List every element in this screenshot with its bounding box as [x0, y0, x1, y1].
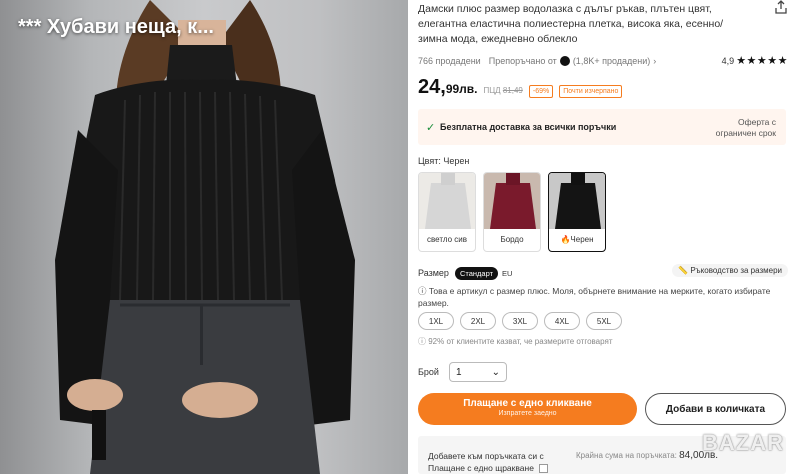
info-icon: ⓘ	[418, 337, 426, 346]
product-info-panel: Дамски плюс размер водолазка с дълъг рък…	[418, 0, 790, 474]
quantity-select[interactable]: 1 ⌄	[448, 362, 507, 382]
product-photo[interactable]: *** Хубави неща, к...	[0, 0, 408, 474]
quantity-row: Брой 1 ⌄	[418, 362, 507, 382]
photo-overlay-title: *** Хубави неща, к...	[18, 16, 214, 38]
hot-icon: 🔥	[560, 235, 571, 244]
discount-badge: -69%	[528, 85, 554, 98]
color-swatches: светло сив Бордо 🔥Черен	[418, 172, 606, 252]
size-option-3xl[interactable]: 3XL	[502, 312, 538, 330]
seller-sales[interactable]: (1,8K+ продадени)	[573, 56, 650, 66]
size-options: 1XL 2XL 3XL 4XL 5XL	[418, 312, 622, 330]
swatch-label: 🔥Черен	[560, 235, 594, 244]
swatch-image	[419, 173, 475, 229]
checkbox-icon[interactable]	[539, 464, 549, 474]
swatch-black[interactable]: 🔥Черен	[548, 172, 606, 252]
ruler-icon: 📏	[678, 266, 689, 275]
plus-size-note: ⓘ Това е артикул с размер плюс. Моля, об…	[418, 285, 778, 309]
chevron-down-icon: ⌄	[491, 366, 500, 378]
add-to-cart-button[interactable]: Добави в количката	[645, 393, 786, 425]
size-option-1xl[interactable]: 1XL	[418, 312, 454, 330]
swatch-burgundy[interactable]: Бордо	[483, 172, 541, 252]
price-main: 24,	[418, 76, 446, 98]
color-label: Цвят: Черен	[418, 156, 470, 166]
size-label: Размер	[418, 268, 449, 278]
buy-button-sublabel: Изпратете заедно	[498, 410, 557, 417]
size-option-5xl[interactable]: 5XL	[586, 312, 622, 330]
star-icons: ★★★★★	[736, 55, 788, 67]
one-click-buy-button[interactable]: Плащане с едно кликване Изпратете заедно	[418, 393, 637, 425]
buy-button-label: Плащане с едно кликване	[463, 398, 592, 409]
order-total-label: Крайна сума на поръчката:	[576, 451, 677, 460]
free-shipping-text: Безплатна доставка за всички поръчки	[440, 122, 617, 132]
swatch-label: светло сив	[427, 235, 467, 244]
plus-size-note-text: Това е артикул с размер плюс. Моля, обър…	[418, 286, 771, 308]
rating[interactable]: 4,9 ★★★★★	[722, 54, 788, 67]
swatch-image	[484, 173, 540, 229]
size-guide-label: Ръководство за размери	[690, 266, 782, 275]
tab-eu[interactable]: EU	[502, 269, 512, 278]
product-title: Дамски плюс размер водолазка с дълъг рък…	[418, 3, 724, 45]
swatch-image	[549, 173, 605, 229]
rating-value: 4,9	[721, 55, 735, 66]
old-price: ПЦД 81,49	[484, 86, 523, 95]
add-to-order-text: Добавете към поръчката си с Плащане с ед…	[428, 450, 549, 474]
check-icon: ✓	[426, 122, 436, 134]
old-price-label: ПЦД	[483, 86, 501, 95]
price-cents: 99лв.	[445, 82, 478, 96]
quantity-value: 1	[455, 366, 462, 378]
fit-note-text: 92% от клиентите казват, че размерите от…	[428, 337, 613, 346]
old-price-value: 81,49	[502, 86, 523, 95]
info-icon: ⓘ	[418, 286, 427, 296]
price-row: 24, 99лв. ПЦД 81,49 -69% Почти изчерпано	[418, 76, 623, 100]
sold-count: 766 продадени	[418, 56, 481, 66]
swatch-light-gray[interactable]: светло сив	[418, 172, 476, 252]
order-total: Крайна сума на поръчката: 84,00лв.	[576, 450, 718, 461]
chevron-right-icon[interactable]: ›	[653, 56, 656, 66]
bazar-watermark: BAZAR	[702, 430, 784, 455]
seller-prefix: Препоръчано от	[488, 56, 557, 66]
add-to-order-line2: Плащане с едно щракване	[428, 463, 534, 473]
share-icon[interactable]	[774, 0, 788, 14]
size-option-2xl[interactable]: 2XL	[460, 312, 496, 330]
quantity-label: Брой	[418, 367, 439, 377]
model-image	[55, 0, 355, 474]
add-to-order-line1: Добавете към поръчката си с	[428, 451, 544, 461]
seller-logo-icon[interactable]	[559, 56, 570, 66]
tab-standard[interactable]: Стандарт	[454, 266, 499, 280]
fit-note: ⓘ 92% от клиентите казват, че размерите …	[418, 336, 612, 347]
limited-offer-text: Оферта с ограничен срок	[715, 117, 776, 138]
size-guide-button[interactable]: 📏 Ръководство за размери	[672, 264, 788, 277]
swatch-label: Бордо	[500, 235, 524, 244]
almost-sold-out-badge: Почти изчерпано	[559, 85, 623, 98]
size-option-4xl[interactable]: 4XL	[544, 312, 580, 330]
shipping-banner: ✓ Безплатна доставка за всички поръчки О…	[418, 109, 786, 145]
